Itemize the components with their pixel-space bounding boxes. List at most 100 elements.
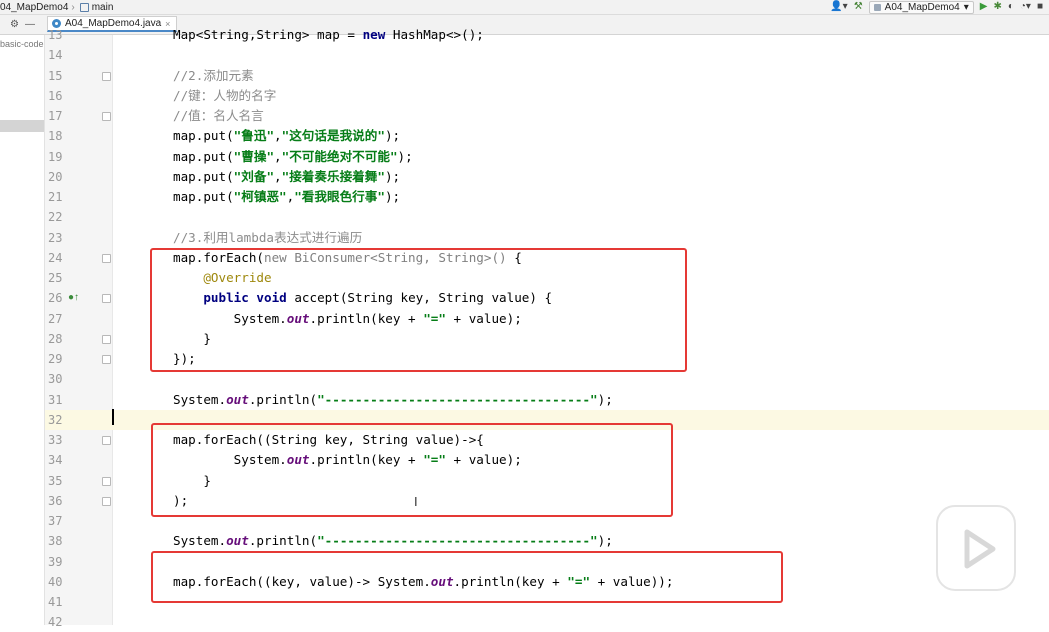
- line-number[interactable]: 13: [48, 25, 62, 45]
- line-number[interactable]: 38: [48, 531, 62, 551]
- code-token: .println(: [248, 533, 318, 549]
- code-line[interactable]: 13 Map<String,String> map = new HashMap<>…: [0, 25, 1049, 45]
- code-text: map.put("柯镇恶","看我眼色行事");: [173, 187, 400, 207]
- mouse-ibeam-cursor: I: [414, 494, 418, 509]
- breadcrumb-separator: ›: [71, 1, 75, 13]
- fold-marker-icon[interactable]: [102, 436, 111, 445]
- code-text: System.out.println("--------------------…: [173, 390, 613, 410]
- line-number[interactable]: 24: [48, 248, 62, 268]
- breadcrumb-branch[interactable]: main: [92, 2, 114, 13]
- line-number[interactable]: 15: [48, 66, 62, 86]
- line-number[interactable]: 17: [48, 106, 62, 126]
- line-number[interactable]: 37: [48, 511, 62, 531]
- code-token: ,: [274, 128, 282, 144]
- fold-marker-icon[interactable]: [102, 334, 111, 344]
- run-configuration-label: A04_MapDemo4: [884, 1, 960, 13]
- chevron-down-icon: ▾: [963, 1, 969, 13]
- line-number[interactable]: 29: [48, 349, 62, 369]
- code-token: //键：人物的名字: [173, 87, 277, 103]
- line-number[interactable]: 18: [48, 126, 62, 146]
- code-line[interactable]: 18 map.put("鲁迅","这句话是我说的");: [0, 126, 1049, 146]
- code-token: "刘备": [233, 168, 275, 184]
- code-line[interactable]: 31 System.out.println("------------------…: [0, 390, 1049, 410]
- config-icon: [873, 3, 881, 11]
- code-token: );: [597, 533, 613, 549]
- line-number[interactable]: 16: [48, 86, 62, 106]
- line-number[interactable]: 25: [48, 268, 62, 288]
- bilibili-tv-watermark-icon: [936, 490, 1016, 591]
- code-line[interactable]: 16 //键：人物的名字: [0, 86, 1049, 106]
- code-token: "不可能绝对不可能": [281, 148, 398, 164]
- run-configuration-select[interactable]: A04_MapDemo4 ▾: [868, 0, 974, 14]
- code-line[interactable]: 17 //值：名人名言: [0, 106, 1049, 126]
- line-number[interactable]: 20: [48, 167, 62, 187]
- run-icon[interactable]: ▶: [980, 1, 988, 13]
- text-caret: [112, 409, 114, 425]
- code-token: HashMap<>();: [385, 27, 484, 42]
- breadcrumb-project[interactable]: 04_MapDemo4: [0, 2, 68, 13]
- code-text: map.put("刘备","接着奏乐接着舞");: [173, 167, 400, 187]
- line-number[interactable]: 23: [48, 228, 62, 248]
- fold-marker-icon[interactable]: [102, 294, 111, 304]
- code-token: "-----------------------------------": [317, 533, 598, 549]
- line-number[interactable]: 40: [48, 572, 62, 592]
- fold-marker-icon[interactable]: [102, 71, 111, 81]
- code-token: System.: [173, 391, 227, 407]
- code-token: map.put(: [173, 148, 234, 164]
- profile-icon[interactable]: ◔▾: [1020, 1, 1031, 13]
- line-number[interactable]: 14: [48, 45, 62, 65]
- code-token: out: [226, 533, 249, 549]
- line-number[interactable]: 39: [48, 552, 62, 572]
- line-number[interactable]: 31: [48, 390, 62, 410]
- code-line[interactable]: 21 map.put("柯镇恶","看我眼色行事");: [0, 187, 1049, 207]
- coverage-icon[interactable]: ◐: [1008, 1, 1014, 13]
- debug-bug-icon[interactable]: ✱: [993, 1, 1001, 13]
- code-token: System.: [173, 533, 227, 549]
- code-token: ,: [274, 148, 282, 164]
- stop-icon[interactable]: ■: [1037, 1, 1043, 13]
- code-token: map.put(: [173, 168, 234, 184]
- fold-marker-icon[interactable]: [102, 253, 111, 263]
- code-token: "曹操": [233, 148, 275, 164]
- code-token: //2.添加元素: [173, 67, 254, 83]
- code-line[interactable]: 22: [0, 207, 1049, 227]
- line-number[interactable]: 41: [48, 592, 62, 612]
- code-token: "鲁迅": [233, 128, 275, 144]
- code-token: Map<String,String> map =: [173, 27, 363, 42]
- code-line[interactable]: 38 System.out.println("------------------…: [0, 531, 1049, 551]
- code-line[interactable]: 20 map.put("刘备","接着奏乐接着舞");: [0, 167, 1049, 187]
- user-icon[interactable]: 👤▾: [830, 1, 847, 13]
- line-number[interactable]: 32: [48, 410, 62, 430]
- line-number[interactable]: 36: [48, 491, 62, 511]
- build-hammer-icon[interactable]: ⚒: [854, 1, 863, 13]
- line-number[interactable]: 22: [48, 207, 62, 227]
- fold-marker-icon[interactable]: [102, 355, 111, 364]
- navigation-bar: 04_MapDemo4 › main 👤▾ ⚒ A04_MapDemo4 ▾ ▶…: [0, 0, 1049, 15]
- line-number[interactable]: 19: [48, 147, 62, 167]
- line-number[interactable]: 30: [48, 369, 62, 389]
- line-number[interactable]: 34: [48, 450, 62, 470]
- code-token: "这句话是我说的": [281, 128, 385, 144]
- code-text: map.put("曹操","不可能绝对不可能");: [173, 147, 413, 167]
- code-token: );: [397, 148, 413, 164]
- code-line[interactable]: 19 map.put("曹操","不可能绝对不可能");: [0, 147, 1049, 167]
- code-text: //3.利用lambda表达式进行遍历: [173, 228, 362, 248]
- code-token: out: [226, 391, 249, 407]
- code-line[interactable]: 14: [0, 45, 1049, 65]
- line-number[interactable]: 28: [48, 329, 62, 349]
- line-number[interactable]: 26: [48, 288, 62, 308]
- line-number[interactable]: 42: [48, 612, 62, 632]
- code-token: );: [597, 391, 613, 407]
- code-line[interactable]: 23 //3.利用lambda表达式进行遍历: [0, 228, 1049, 248]
- fold-marker-icon[interactable]: [102, 112, 111, 121]
- line-number[interactable]: 33: [48, 430, 62, 450]
- fold-marker-icon[interactable]: [102, 476, 111, 486]
- code-line[interactable]: 15 //2.添加元素: [0, 66, 1049, 86]
- fold-marker-icon[interactable]: [102, 496, 111, 506]
- line-number[interactable]: 35: [48, 471, 62, 491]
- line-number[interactable]: 27: [48, 309, 62, 329]
- line-number[interactable]: 21: [48, 187, 62, 207]
- code-line[interactable]: 42: [0, 612, 1049, 632]
- override-method-icon[interactable]: ●↑: [68, 293, 79, 303]
- code-line[interactable]: 30: [0, 369, 1049, 389]
